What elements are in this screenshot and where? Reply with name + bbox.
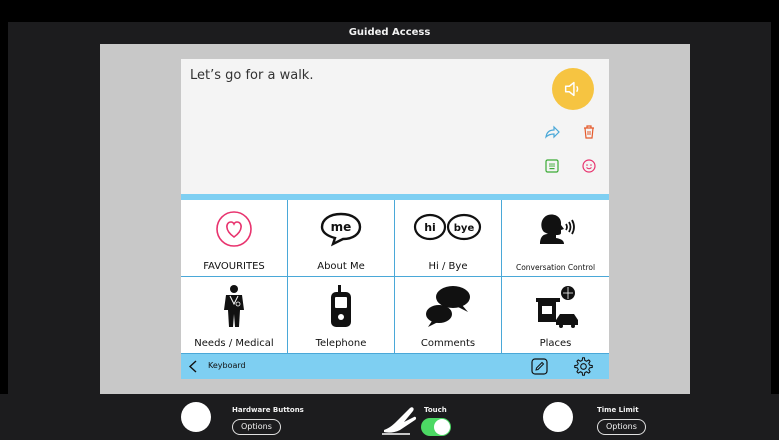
category-comments[interactable]: Comments: [395, 277, 502, 354]
category-label: Comments: [420, 338, 476, 349]
category-label: Conversation Control: [515, 263, 596, 272]
keypad-icon: [545, 159, 559, 173]
trash-icon: [584, 125, 594, 139]
guided-access-title: Guided Access: [348, 27, 431, 38]
category-label: Hi / Bye: [428, 261, 468, 272]
hardware-buttons-toggle[interactable]: [181, 402, 211, 432]
hi-bye-bubbles-icon: hi bye: [413, 213, 482, 241]
category-grid: FAVOURITES me About Me hi bye Hi / Bye C…: [181, 200, 609, 354]
message-text: Let’s go for a walk.: [190, 68, 314, 83]
keypad-button[interactable]: [543, 157, 561, 175]
svg-text:me: me: [331, 220, 352, 234]
category-telephone[interactable]: Telephone: [288, 277, 395, 354]
time-limit-toggle[interactable]: [543, 402, 573, 432]
hardware-buttons-options-button[interactable]: Options: [232, 419, 281, 435]
category-favourites[interactable]: FAVOURITES: [181, 200, 288, 277]
delete-button[interactable]: [580, 123, 598, 141]
svg-text:bye: bye: [454, 223, 475, 234]
share-button[interactable]: [543, 123, 561, 141]
category-needs-medical[interactable]: Needs / Medical: [181, 277, 288, 354]
keyboard-bar: Keyboard: [181, 354, 609, 379]
message-area[interactable]: Let’s go for a walk.: [181, 59, 609, 194]
smiley-icon: [582, 159, 596, 173]
category-label: Needs / Medical: [194, 338, 274, 349]
heart-icon: [216, 211, 252, 247]
mobile-phone-icon: [331, 285, 351, 327]
category-places[interactable]: Places: [502, 277, 609, 354]
time-limit-title: Time Limit: [597, 406, 639, 414]
time-limit-options-button[interactable]: Options: [597, 419, 646, 435]
edit-icon[interactable]: [531, 358, 548, 375]
keyboard-button[interactable]: Keyboard: [208, 361, 246, 370]
speaking-head-icon: [539, 214, 575, 244]
person-medical-icon: [224, 285, 244, 327]
hardware-buttons-title: Hardware Buttons: [232, 406, 304, 414]
toggle-knob: [434, 419, 450, 435]
guided-access-controls: Hardware Buttons Options Touch Time Limi…: [0, 394, 779, 440]
speech-bubbles-icon: [426, 286, 470, 327]
share-arrow-icon: [545, 125, 560, 139]
category-hi-bye[interactable]: hi bye Hi / Bye: [395, 200, 502, 277]
touch-toggle-switch[interactable]: [421, 418, 451, 436]
touch-hand-icon: [382, 407, 417, 435]
settings-gear-icon[interactable]: [573, 356, 594, 377]
category-label: FAVOURITES: [203, 261, 265, 272]
svg-text:hi: hi: [424, 221, 436, 234]
category-label: About Me: [317, 261, 365, 272]
me-bubble-icon: me: [320, 212, 362, 247]
speak-button[interactable]: [552, 68, 594, 110]
category-label: Places: [539, 338, 572, 349]
category-conversation-control[interactable]: Conversation Control: [502, 200, 609, 277]
speaker-icon: [564, 81, 579, 97]
aac-app: Let’s go for a walk. FAVOURITES me About…: [181, 59, 609, 379]
back-chevron-icon[interactable]: [187, 359, 199, 374]
category-about-me[interactable]: me About Me: [288, 200, 395, 277]
emoji-button[interactable]: [580, 157, 598, 175]
touch-title: Touch: [424, 406, 447, 414]
category-label: Telephone: [315, 338, 367, 349]
places-icon: [535, 286, 578, 328]
